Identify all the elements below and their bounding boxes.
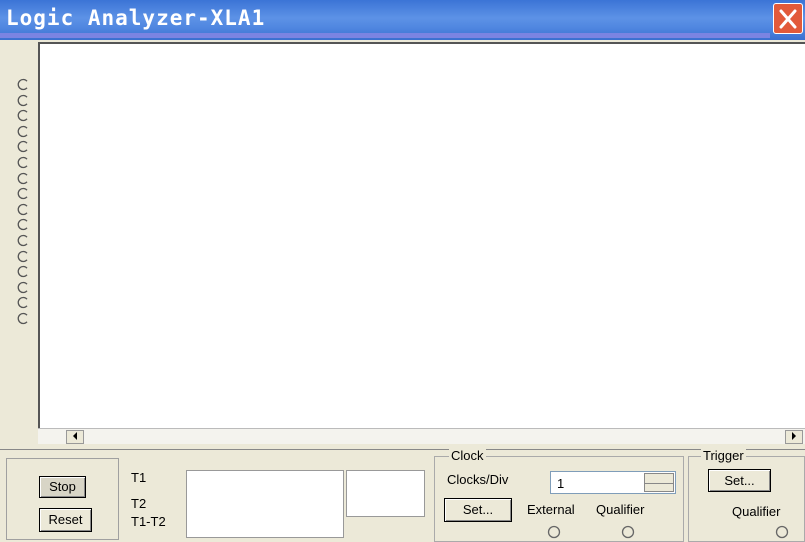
t2-label: T2 xyxy=(131,496,147,511)
clock-set-button[interactable]: Set... xyxy=(444,498,512,522)
clock-qualifier-label: Qualifier xyxy=(596,502,645,517)
external-terminal-icon[interactable] xyxy=(547,525,561,539)
scroll-right-button[interactable] xyxy=(785,430,803,444)
trigger-group-title: Trigger xyxy=(701,448,746,463)
window-title: Logic Analyzer-XLA1 xyxy=(6,6,266,30)
radio-terminal-icon[interactable] xyxy=(17,78,30,91)
t1-label: T1 xyxy=(131,470,147,485)
t1-t2-label: T1-T2 xyxy=(131,514,166,529)
clocks-div-value: 1 xyxy=(557,476,565,491)
radio-terminal-icon[interactable] xyxy=(17,250,30,263)
scroll-left-button[interactable] xyxy=(66,430,84,444)
clock-group-title: Clock xyxy=(449,448,486,463)
clocks-div-spinner[interactable] xyxy=(644,473,674,492)
trigger-qualifier-terminal-icon[interactable] xyxy=(775,525,789,539)
clocks-div-label: Clocks/Div xyxy=(447,472,509,487)
radio-terminal-icon[interactable] xyxy=(17,312,30,325)
radio-terminal-icon[interactable] xyxy=(17,109,30,122)
radio-terminal-icon[interactable] xyxy=(17,218,30,231)
radio-terminal-icon[interactable] xyxy=(17,140,30,153)
clocks-div-input[interactable]: 1 xyxy=(550,471,676,494)
stop-button[interactable]: Stop xyxy=(39,476,86,498)
cursor-time-readout xyxy=(186,470,344,538)
cursor-value-readout xyxy=(346,470,425,517)
radio-terminal-icon[interactable] xyxy=(17,187,30,200)
arrow-right-icon xyxy=(792,432,796,440)
radio-terminal-icon[interactable] xyxy=(17,94,30,107)
radio-terminal-icon[interactable] xyxy=(17,125,30,138)
reset-button[interactable]: Reset xyxy=(39,508,92,532)
external-label: External xyxy=(527,502,575,517)
radio-terminal-icon[interactable] xyxy=(17,265,30,278)
radio-terminal-icon[interactable] xyxy=(17,234,30,247)
close-icon xyxy=(779,9,797,29)
waveform-display[interactable] xyxy=(38,42,805,428)
horizontal-scrollbar[interactable] xyxy=(38,428,805,444)
title-underline xyxy=(0,33,770,38)
clock-qualifier-terminal-icon[interactable] xyxy=(621,525,635,539)
radio-terminal-icon[interactable] xyxy=(17,156,30,169)
radio-terminal-icon[interactable] xyxy=(17,203,30,216)
spinner-divider xyxy=(645,483,673,484)
channel-terminals xyxy=(14,78,36,328)
radio-terminal-icon[interactable] xyxy=(17,281,30,294)
close-button[interactable] xyxy=(773,3,803,34)
trigger-set-button[interactable]: Set... xyxy=(708,469,771,492)
radio-terminal-icon[interactable] xyxy=(17,172,30,185)
run-controls-panel: Stop Reset xyxy=(6,458,119,540)
title-bar[interactable]: Logic Analyzer-XLA1 xyxy=(0,0,805,40)
arrow-left-icon xyxy=(73,432,77,440)
panel-separator xyxy=(0,449,805,450)
trigger-qualifier-label: Qualifier xyxy=(732,504,781,519)
radio-terminal-icon[interactable] xyxy=(17,296,30,309)
